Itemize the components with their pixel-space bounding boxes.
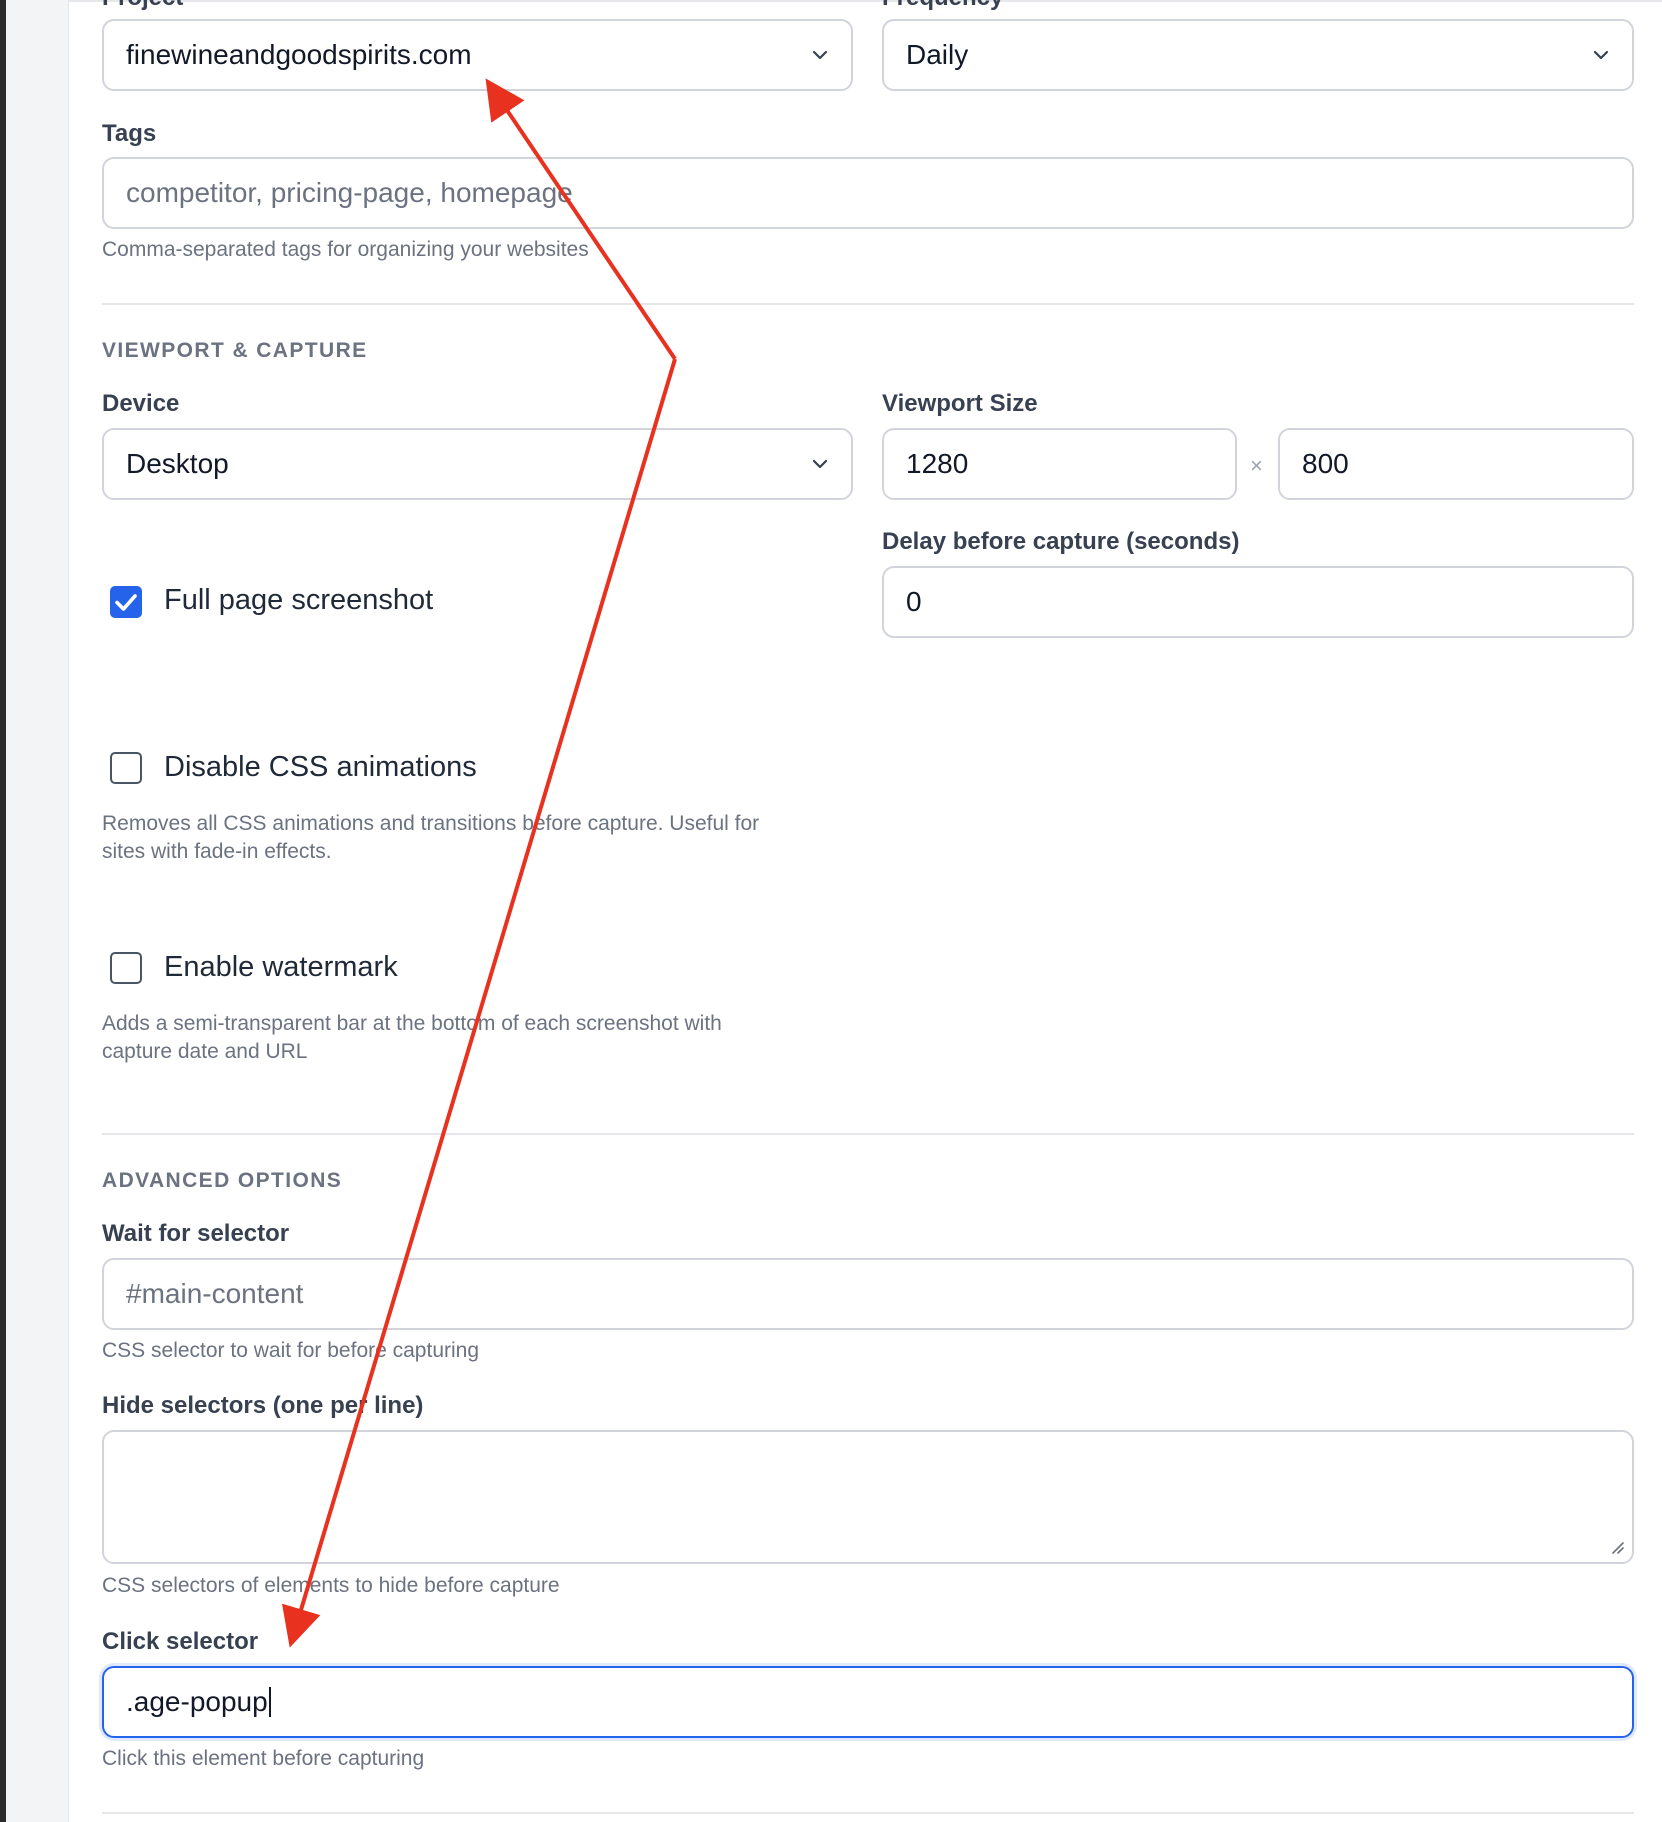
rail-edge [0,0,6,1822]
watermark-checkbox[interactable] [110,952,142,984]
delay-label: Delay before capture (seconds) [882,528,1240,555]
hide-selectors-textarea[interactable] [102,1430,1634,1564]
text-cursor [268,1687,271,1717]
tags-input-placeholder: competitor, pricing-page, homepage [126,177,573,208]
hide-selectors-help: CSS selectors of elements to hide before… [102,1574,560,1597]
project-select[interactable]: finewineandgoodspirits.com [102,19,853,91]
project-label: Project [102,0,183,12]
tags-help: Comma-separated tags for organizing your… [102,238,589,261]
chevron-down-icon [812,50,828,60]
check-icon [115,594,137,611]
wait-selector-label: Wait for selector [102,1220,290,1247]
size-separator: × [1250,453,1263,478]
viewport-width-input[interactable]: 1280 [882,428,1237,500]
hide-selectors-label: Hide selectors (one per line) [102,1392,424,1419]
click-selector-help: Click this element before capturing [102,1747,425,1770]
wait-selector-help: CSS selector to wait for before capturin… [102,1339,480,1362]
watermark-help-1: Adds a semi-transparent bar at the botto… [102,1012,722,1035]
disable-css-help-2: sites with fade-in effects. [102,840,332,863]
frequency-select[interactable]: Daily [882,19,1634,91]
section-title-viewport: VIEWPORT & CAPTURE [102,339,368,362]
top-divider [68,0,1662,2]
device-select[interactable]: Desktop [102,428,853,500]
project-select-value: finewineandgoodspirits.com [126,39,472,70]
wait-selector-input[interactable]: #main-content [102,1258,1634,1330]
section-title-advanced: ADVANCED OPTIONS [102,1169,343,1192]
disable-css-label: Disable CSS animations [164,751,477,783]
full-page-label: Full page screenshot [164,584,434,616]
click-selector-label: Click selector [102,1628,259,1655]
section-divider [102,303,1634,305]
click-selector-input[interactable]: .age-popup [102,1666,1634,1738]
disable-css-checkbox[interactable] [110,752,142,784]
section-divider [102,1133,1634,1135]
left-rail [0,0,69,1822]
section-divider [102,1812,1634,1814]
frequency-label: Frequency [882,0,1003,12]
device-select-value: Desktop [126,448,229,479]
full-page-checkbox[interactable] [110,586,142,618]
frequency-select-value: Daily [906,39,969,70]
tags-label: Tags [102,120,157,147]
disable-css-help-1: Removes all CSS animations and transitio… [102,812,760,835]
chevron-down-icon [1593,50,1609,60]
delay-input[interactable]: 0 [882,566,1634,638]
wait-selector-placeholder: #main-content [126,1278,304,1309]
click-selector-value: .age-popup [126,1686,268,1717]
resize-handle-icon[interactable] [1610,1540,1624,1554]
watermark-help-2: capture date and URL [102,1040,308,1063]
device-label: Device [102,390,180,417]
chevron-down-icon [812,459,828,469]
viewport-height-input[interactable]: 800 [1278,428,1634,500]
watermark-label: Enable watermark [164,951,398,983]
viewport-height-value: 800 [1302,448,1349,479]
tags-input[interactable]: competitor, pricing-page, homepage [102,157,1634,229]
delay-input-value: 0 [906,586,922,617]
viewport-size-label: Viewport Size [882,390,1038,417]
viewport-width-value: 1280 [906,448,969,479]
